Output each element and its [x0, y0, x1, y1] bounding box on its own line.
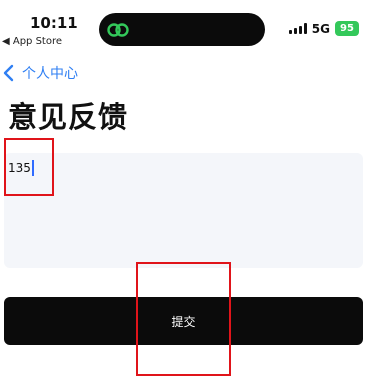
status-bar: 10:11 ◀ App Store 5G 95 [0, 0, 367, 52]
back-to-app-store-link[interactable]: ◀ App Store [2, 36, 62, 47]
network-type: 5G [311, 21, 330, 36]
battery-icon: 95 [335, 21, 359, 36]
page-title: 意见反馈 [8, 100, 129, 134]
dynamic-island [99, 13, 265, 46]
annotation-box-submit [136, 262, 231, 376]
link-icon [107, 23, 129, 37]
status-time: 10:11 [30, 14, 78, 32]
signal-icon [288, 23, 307, 34]
annotation-box-input [4, 138, 54, 196]
feedback-textarea[interactable] [4, 153, 363, 268]
status-indicators: 5G 95 [288, 21, 359, 36]
back-button[interactable]: 个人中心 [2, 62, 78, 84]
back-button-label: 个人中心 [22, 66, 78, 82]
chevron-left-icon [3, 64, 14, 82]
